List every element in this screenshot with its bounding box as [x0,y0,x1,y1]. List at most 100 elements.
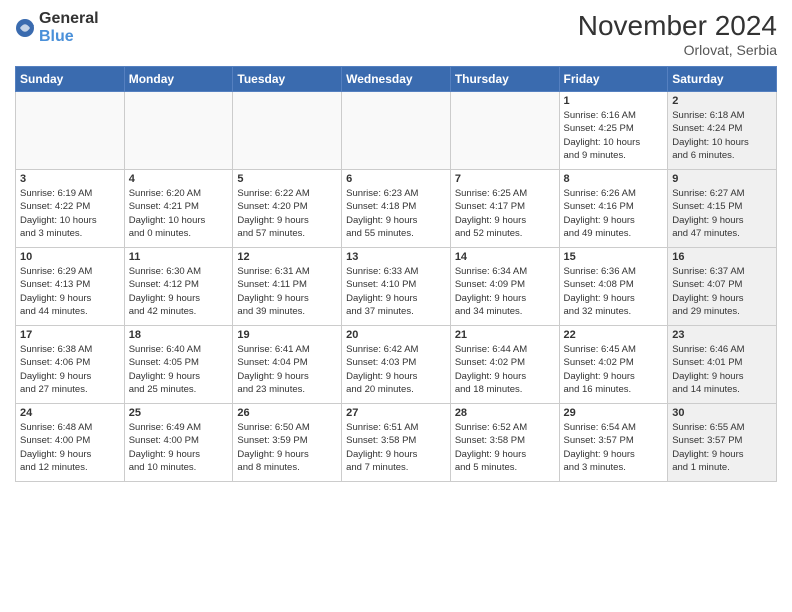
day-number: 25 [129,407,229,419]
day-info: Sunrise: 6:54 AM Sunset: 3:57 PM Dayligh… [564,421,664,474]
day-number: 24 [20,407,120,419]
day-number: 23 [672,329,772,341]
calendar-cell: 11Sunrise: 6:30 AM Sunset: 4:12 PM Dayli… [124,248,233,326]
calendar-cell: 2 Sunrise: 6:18 AM Sunset: 4:24 PM Daylig… [668,92,777,170]
calendar-cell [16,92,125,170]
calendar-cell [450,92,559,170]
calendar-cell: 5 Sunrise: 6:22 AM Sunset: 4:20 PM Daylig… [233,170,342,248]
day-info: Sunrise: 6:44 AM Sunset: 4:02 PM Dayligh… [455,343,555,396]
day-number: 15 [564,251,664,263]
day-info: Sunrise: 6:41 AM Sunset: 4:04 PM Dayligh… [237,343,337,396]
calendar-dow-wednesday: Wednesday [342,67,451,92]
day-number: 30 [672,407,772,419]
calendar-dow-friday: Friday [559,67,668,92]
day-number: 1 [564,95,664,107]
day-info: Sunrise: 6:23 AM Sunset: 4:18 PM Dayligh… [346,187,446,240]
calendar-table: SundayMondayTuesdayWednesdayThursdayFrid… [15,66,777,482]
page: General Blue November 2024 Orlovat, Serb… [0,0,792,612]
day-number: 26 [237,407,337,419]
calendar-cell: 23 Sunrise: 6:46 AM Sunset: 4:01 PM Dayli… [668,326,777,404]
day-number: 4 [129,173,229,185]
day-info: Sunrise: 6:42 AM Sunset: 4:03 PM Dayligh… [346,343,446,396]
day-info: Sunrise: 6:46 AM Sunset: 4:01 PM Dayligh… [672,343,772,396]
calendar-cell: 3Sunrise: 6:19 AM Sunset: 4:22 PM Daylig… [16,170,125,248]
calendar-week-row: 1 Sunrise: 6:16 AM Sunset: 4:25 PM Daylig… [16,92,777,170]
calendar-cell: 26 Sunrise: 6:50 AM Sunset: 3:59 PM Dayli… [233,404,342,482]
day-info: Sunrise: 6:55 AM Sunset: 3:57 PM Dayligh… [672,421,772,474]
calendar-week-row: 3Sunrise: 6:19 AM Sunset: 4:22 PM Daylig… [16,170,777,248]
day-info: Sunrise: 6:38 AM Sunset: 4:06 PM Dayligh… [20,343,120,396]
calendar-cell [124,92,233,170]
logo-text: General Blue [39,10,99,46]
calendar-cell: 4 Sunrise: 6:20 AM Sunset: 4:21 PM Daylig… [124,170,233,248]
day-info: Sunrise: 6:20 AM Sunset: 4:21 PM Dayligh… [129,187,229,240]
day-number: 8 [564,173,664,185]
day-info: Sunrise: 6:36 AM Sunset: 4:08 PM Dayligh… [564,265,664,318]
calendar-cell: 10Sunrise: 6:29 AM Sunset: 4:13 PM Dayli… [16,248,125,326]
day-info: Sunrise: 6:49 AM Sunset: 4:00 PM Dayligh… [129,421,229,474]
calendar-dow-thursday: Thursday [450,67,559,92]
calendar-week-row: 24 Sunrise: 6:48 AM Sunset: 4:00 PM Dayli… [16,404,777,482]
day-number: 12 [237,251,337,263]
day-info: Sunrise: 6:37 AM Sunset: 4:07 PM Dayligh… [672,265,772,318]
day-info: Sunrise: 6:29 AM Sunset: 4:13 PM Dayligh… [20,265,120,318]
day-info: Sunrise: 6:40 AM Sunset: 4:05 PM Dayligh… [129,343,229,396]
day-number: 20 [346,329,446,341]
calendar-cell: 18 Sunrise: 6:40 AM Sunset: 4:05 PM Dayli… [124,326,233,404]
day-info: Sunrise: 6:27 AM Sunset: 4:15 PM Dayligh… [672,187,772,240]
day-info: Sunrise: 6:52 AM Sunset: 3:58 PM Dayligh… [455,421,555,474]
day-info: Sunrise: 6:16 AM Sunset: 4:25 PM Dayligh… [564,109,664,162]
day-number: 28 [455,407,555,419]
calendar-cell: 27 Sunrise: 6:51 AM Sunset: 3:58 PM Dayli… [342,404,451,482]
calendar-cell: 16 Sunrise: 6:37 AM Sunset: 4:07 PM Dayli… [668,248,777,326]
calendar-cell: 19Sunrise: 6:41 AM Sunset: 4:04 PM Dayli… [233,326,342,404]
calendar-cell: 8 Sunrise: 6:26 AM Sunset: 4:16 PM Daylig… [559,170,668,248]
day-number: 18 [129,329,229,341]
logo-general: General [39,10,99,27]
day-info: Sunrise: 6:31 AM Sunset: 4:11 PM Dayligh… [237,265,337,318]
day-info: Sunrise: 6:19 AM Sunset: 4:22 PM Dayligh… [20,187,120,240]
day-number: 16 [672,251,772,263]
calendar-cell: 12 Sunrise: 6:31 AM Sunset: 4:11 PM Dayli… [233,248,342,326]
calendar-cell: 28 Sunrise: 6:52 AM Sunset: 3:58 PM Dayli… [450,404,559,482]
calendar-cell: 25 Sunrise: 6:49 AM Sunset: 4:00 PM Dayli… [124,404,233,482]
calendar-cell: 21Sunrise: 6:44 AM Sunset: 4:02 PM Dayli… [450,326,559,404]
calendar-cell: 24 Sunrise: 6:48 AM Sunset: 4:00 PM Dayli… [16,404,125,482]
calendar-cell: 20 Sunrise: 6:42 AM Sunset: 4:03 PM Dayli… [342,326,451,404]
calendar-cell: 22Sunrise: 6:45 AM Sunset: 4:02 PM Dayli… [559,326,668,404]
calendar-cell: 14Sunrise: 6:34 AM Sunset: 4:09 PM Dayli… [450,248,559,326]
calendar-cell [342,92,451,170]
day-number: 13 [346,251,446,263]
day-info: Sunrise: 6:48 AM Sunset: 4:00 PM Dayligh… [20,421,120,474]
calendar-cell: 7Sunrise: 6:25 AM Sunset: 4:17 PM Daylig… [450,170,559,248]
day-number: 11 [129,251,229,263]
day-number: 29 [564,407,664,419]
day-number: 5 [237,173,337,185]
day-info: Sunrise: 6:50 AM Sunset: 3:59 PM Dayligh… [237,421,337,474]
calendar-dow-saturday: Saturday [668,67,777,92]
calendar-dow-monday: Monday [124,67,233,92]
logo-icon [15,18,35,38]
day-info: Sunrise: 6:22 AM Sunset: 4:20 PM Dayligh… [237,187,337,240]
day-number: 14 [455,251,555,263]
logo-blue: Blue [39,28,74,45]
location-subtitle: Orlovat, Serbia [578,42,777,58]
day-number: 7 [455,173,555,185]
day-number: 2 [672,95,772,107]
calendar-week-row: 10Sunrise: 6:29 AM Sunset: 4:13 PM Dayli… [16,248,777,326]
day-number: 27 [346,407,446,419]
calendar-dow-tuesday: Tuesday [233,67,342,92]
day-info: Sunrise: 6:51 AM Sunset: 3:58 PM Dayligh… [346,421,446,474]
calendar-cell: 13 Sunrise: 6:33 AM Sunset: 4:10 PM Dayli… [342,248,451,326]
calendar-week-row: 17 Sunrise: 6:38 AM Sunset: 4:06 PM Dayli… [16,326,777,404]
calendar-dow-sunday: Sunday [16,67,125,92]
day-info: Sunrise: 6:33 AM Sunset: 4:10 PM Dayligh… [346,265,446,318]
day-number: 17 [20,329,120,341]
calendar-header-row: SundayMondayTuesdayWednesdayThursdayFrid… [16,67,777,92]
day-number: 6 [346,173,446,185]
day-info: Sunrise: 6:18 AM Sunset: 4:24 PM Dayligh… [672,109,772,162]
day-number: 22 [564,329,664,341]
calendar-cell: 15 Sunrise: 6:36 AM Sunset: 4:08 PM Dayli… [559,248,668,326]
logo: General Blue [15,10,99,46]
day-info: Sunrise: 6:26 AM Sunset: 4:16 PM Dayligh… [564,187,664,240]
